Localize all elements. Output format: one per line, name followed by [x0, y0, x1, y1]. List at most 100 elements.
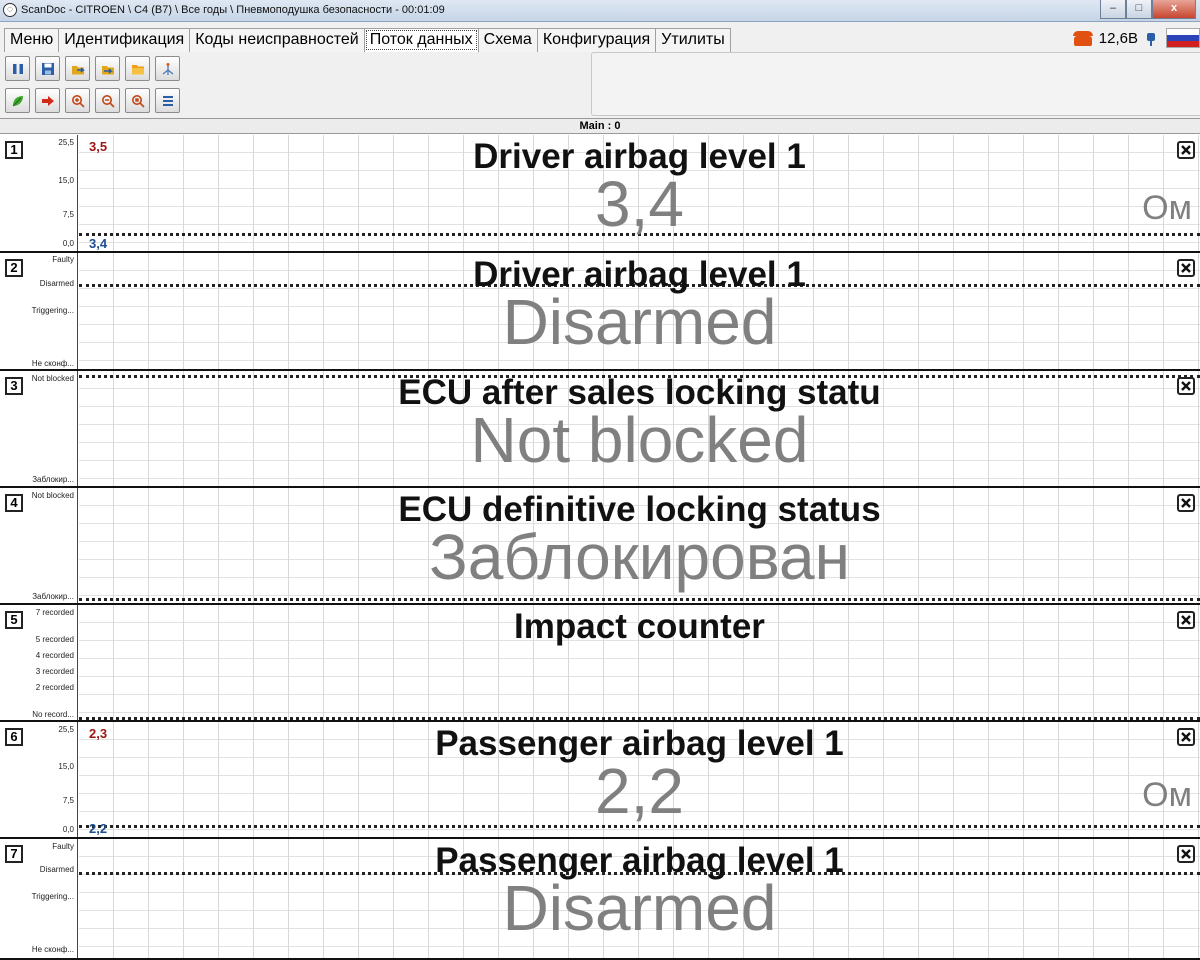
- network-icon: [162, 62, 173, 75]
- channel-scale: 7 Faulty Disarmed Triggering... Не сконф…: [0, 839, 78, 958]
- scale-tick: Not blocked: [31, 491, 74, 500]
- minimize-button[interactable]: –: [1100, 0, 1126, 19]
- tab-menu[interactable]: Меню: [4, 28, 60, 52]
- tab-identification[interactable]: Идентификация: [58, 28, 191, 52]
- channel-number[interactable]: 7: [5, 845, 23, 863]
- tab-data-stream[interactable]: Поток данных: [363, 28, 479, 52]
- phone-icon: [1072, 30, 1093, 46]
- channel-plot[interactable]: ECU after sales locking statu Not blocke…: [79, 371, 1200, 486]
- close-window-button[interactable]: x: [1152, 0, 1196, 19]
- tab-utilities[interactable]: Утилиты: [655, 28, 731, 52]
- channel-number[interactable]: 1: [5, 141, 23, 159]
- main-tabs: Меню Идентификация Коды неисправностей П…: [4, 28, 731, 52]
- channel-scale: 5 7 recorded 5 recorded 4 recorded 3 rec…: [0, 605, 78, 720]
- zoom-out-icon: [101, 94, 115, 108]
- close-icon: [1181, 615, 1191, 625]
- list-icon: [162, 95, 173, 106]
- scale-tick: Не сконф...: [31, 359, 74, 368]
- scale-tick: 7,5: [62, 796, 74, 805]
- channel-number[interactable]: 3: [5, 377, 23, 395]
- pause-button[interactable]: [5, 56, 30, 81]
- export-folder-button[interactable]: [95, 56, 120, 81]
- channel-number[interactable]: 2: [5, 259, 23, 277]
- channel-scale: 2 Faulty Disarmed Triggering... Не сконф…: [0, 253, 78, 369]
- zoom-fit-button[interactable]: [125, 88, 150, 113]
- window-title: ScanDoc - CITROEN \ C4 (B7) \ Все годы \…: [21, 4, 445, 16]
- scale-tick: 0,0: [62, 825, 74, 834]
- scale-tick: 25,5: [58, 138, 74, 147]
- list-view-button[interactable]: [155, 88, 180, 113]
- network-button[interactable]: [155, 56, 180, 81]
- channel-4: 4 Not blocked Заблокир... ECU definitive…: [0, 488, 1200, 605]
- channel-5: 5 7 recorded 5 recorded 4 recorded 3 rec…: [0, 605, 1200, 722]
- scale-tick: Disarmed: [39, 279, 74, 288]
- zoom-in-icon: [71, 94, 85, 108]
- zoom-in-button[interactable]: [65, 88, 90, 113]
- close-icon: [1181, 381, 1191, 391]
- tab-scheme[interactable]: Схема: [477, 28, 538, 52]
- channel-plot[interactable]: 2,3 2,2 Passenger airbag level 1 2,2 Ом: [79, 722, 1200, 837]
- toolbar-row-2: [5, 88, 180, 113]
- channel-plot[interactable]: Passenger airbag level 1 Disarmed: [79, 839, 1200, 958]
- scale-tick: Заблокир...: [32, 592, 74, 601]
- scale-tick: Not blocked: [31, 374, 74, 383]
- voltage-readout: 12,6В: [1098, 29, 1138, 47]
- scale-tick: No record...: [32, 710, 74, 719]
- folder-open-icon: [71, 65, 85, 74]
- min-value: 3,4: [89, 236, 108, 251]
- channel-number[interactable]: 5: [5, 611, 23, 629]
- close-icon: [1181, 849, 1191, 859]
- russian-flag-icon[interactable]: [1166, 28, 1200, 48]
- zoom-fit-icon: [131, 94, 145, 108]
- channel-6: 6 25,5 15,0 7,5 0,0 2,3 2,2 Passenger ai…: [0, 722, 1200, 839]
- leaf-icon: [12, 95, 23, 106]
- scale-tick: 15,0: [58, 176, 74, 185]
- channel-value: Disarmed: [502, 872, 777, 944]
- channel-3: 3 Not blocked Заблокир... ECU after sale…: [0, 371, 1200, 488]
- channel-plot[interactable]: Driver airbag level 1 Disarmed: [79, 253, 1200, 369]
- close-icon: [1181, 145, 1191, 155]
- close-channel-button[interactable]: [1177, 141, 1195, 159]
- close-channel-button[interactable]: [1177, 611, 1195, 629]
- record-button[interactable]: [35, 88, 60, 113]
- signal-trace: [79, 598, 1200, 601]
- folder-icon: [131, 64, 144, 74]
- open-folder-button[interactable]: [65, 56, 90, 81]
- channel-plot[interactable]: 3,5 3,4 Driver airbag level 1 3,4 Ом: [79, 135, 1200, 251]
- tab-fault-codes[interactable]: Коды неисправностей: [189, 28, 365, 52]
- channel-7: 7 Faulty Disarmed Triggering... Не сконф…: [0, 839, 1200, 960]
- scale-tick: 3 recorded: [35, 667, 74, 676]
- channel-value: 2,2: [595, 755, 684, 827]
- scale-tick: 7 recorded: [35, 608, 74, 617]
- zoom-out-button[interactable]: [95, 88, 120, 113]
- tab-configuration[interactable]: Конфигурация: [536, 28, 657, 52]
- leaf-button[interactable]: [5, 88, 30, 113]
- channel-scale: 4 Not blocked Заблокир...: [0, 488, 78, 603]
- save-icon: [41, 62, 54, 75]
- close-channel-button[interactable]: [1177, 728, 1195, 746]
- toolbar-row-1: [5, 56, 180, 81]
- close-channel-button[interactable]: [1177, 377, 1195, 395]
- save-button[interactable]: [35, 56, 60, 81]
- scale-tick: Triggering...: [31, 306, 74, 315]
- folder-button[interactable]: [125, 56, 150, 81]
- scale-tick: 7,5: [62, 210, 74, 219]
- channel-number[interactable]: 6: [5, 728, 23, 746]
- folder-export-icon: [101, 65, 114, 74]
- close-channel-button[interactable]: [1177, 259, 1195, 277]
- window-controls: – □ x: [1100, 0, 1196, 19]
- scale-tick: Faulty: [52, 842, 74, 851]
- app-icon: ◌: [3, 3, 17, 17]
- channel-value: Not blocked: [470, 404, 809, 476]
- channel-scale: 1 25,5 15,0 7,5 0,0: [0, 135, 78, 251]
- channel-plot[interactable]: Impact counter: [79, 605, 1200, 720]
- status-area: 12,6В: [1072, 26, 1200, 50]
- channel-number[interactable]: 4: [5, 494, 23, 512]
- channel-plot[interactable]: ECU definitive locking status Заблокиров…: [79, 488, 1200, 603]
- scale-tick: 4 recorded: [35, 651, 74, 660]
- close-icon: [1181, 263, 1191, 273]
- scale-tick: Заблокир...: [32, 475, 74, 484]
- close-channel-button[interactable]: [1177, 494, 1195, 512]
- close-channel-button[interactable]: [1177, 845, 1195, 863]
- maximize-button[interactable]: □: [1126, 0, 1152, 19]
